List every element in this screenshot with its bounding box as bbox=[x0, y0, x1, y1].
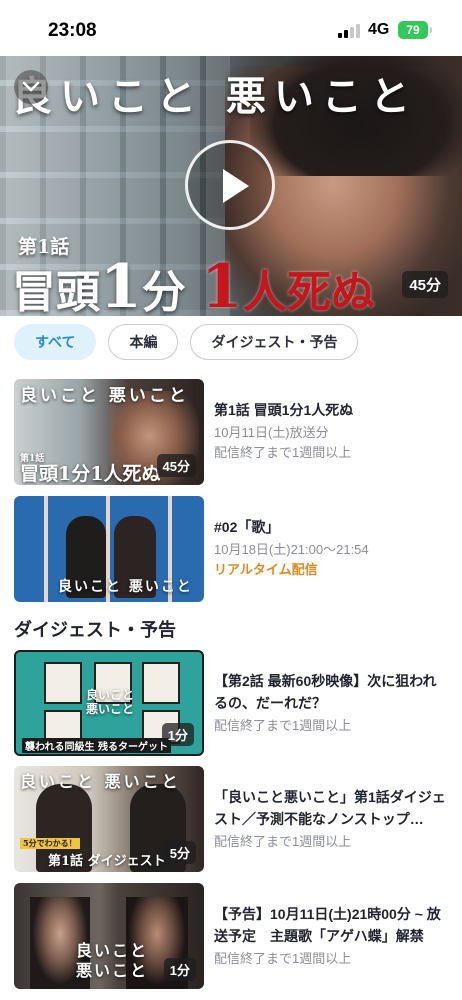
thumb-caption: 冒頭1分1人死ぬ bbox=[20, 463, 161, 485]
digest-title: 「良いこと悪いこと」第1話ダイジェスト／予測不能なノンストップ… bbox=[214, 789, 446, 827]
duration-badge: 1分 bbox=[163, 958, 196, 981]
digest-item[interactable]: 良いこと 悪いこと 1分 【予告】10月11日(土)21時00分 ~ 放送予定 … bbox=[14, 883, 454, 991]
hero-duration-badge: 45分 bbox=[402, 271, 448, 298]
duration-badge: 1分 bbox=[161, 723, 194, 746]
digest-item[interactable]: 良いこと 悪いこと 5分でわかる！ 第1話 ダイジェスト 5分 「良いこと悪いこ… bbox=[14, 766, 454, 874]
thumb-show-title: 良いこと 悪いこと bbox=[76, 941, 149, 980]
digest-availability: 配信終了まで1週間以上 bbox=[214, 718, 352, 733]
thumb-tag: 5分でわかる！ bbox=[20, 838, 80, 849]
battery-icon: 79 bbox=[398, 21, 432, 39]
collapse-button[interactable] bbox=[14, 70, 48, 104]
caption-prefix: 冒頭 bbox=[12, 267, 100, 316]
thumb-show-title: 良いこと 悪いこと bbox=[20, 772, 181, 791]
caption-suffix: 人死ぬ bbox=[242, 267, 375, 316]
episode-thumbnail[interactable]: 良いこと 悪いこと bbox=[14, 496, 204, 602]
status-time: 23:08 bbox=[48, 20, 97, 41]
episode-availability: 配信終了まで1週間以上 bbox=[214, 445, 352, 460]
chevron-down-icon bbox=[22, 81, 40, 92]
caption-unit: 分 bbox=[141, 267, 186, 316]
play-button[interactable] bbox=[185, 140, 275, 230]
filter-chips: すべて 本編 ダイジェスト・予告 bbox=[14, 324, 359, 360]
realtime-badge: リアルタイム配信 bbox=[214, 562, 318, 577]
episode-date: 10月11日(土)放送分 bbox=[214, 425, 329, 440]
digest-thumbnail[interactable]: 良いこと 悪いこと 襲われる同級生 残るターゲット 1分 bbox=[14, 650, 204, 756]
episode-thumbnail[interactable]: 良いこと 悪いこと 第1話 冒頭1分1人死ぬ 45分 bbox=[14, 379, 204, 485]
episode-item[interactable]: 良いこと 悪いこと #02「歌」 10月18日(土)21:00〜21:54 リア… bbox=[14, 496, 454, 604]
network-type: 4G bbox=[368, 21, 390, 38]
status-bar: 23:08 4G 79 bbox=[0, 0, 462, 56]
episode-date: 10月18日(土)21:00〜21:54 bbox=[214, 542, 369, 557]
video-player[interactable]: 良いこと 悪いこと 第1話 冒頭1分 1人死ぬ 45分 bbox=[0, 56, 462, 316]
digest-title: 【第2話 最新60秒映像】次に狙われるの、だーれだ？ bbox=[214, 673, 437, 711]
episode-title: #02「歌」 bbox=[214, 519, 280, 535]
caption-one: 1 bbox=[100, 252, 142, 316]
digest-title: 【予告】10月11日(土)21時00分 ~ 放送予定 主題歌「アゲハ蝶」解禁 bbox=[214, 906, 441, 944]
hero-episode-caption: 冒頭1分 1人死ぬ bbox=[12, 252, 375, 316]
thumb-photo bbox=[142, 662, 180, 704]
episode-item[interactable]: 良いこと 悪いこと 第1話 冒頭1分1人死ぬ 45分 第1話 冒頭1分1人死ぬ … bbox=[14, 379, 454, 487]
section-title: ダイジェスト・予告 bbox=[14, 620, 176, 640]
caption-one-red: 1 bbox=[201, 252, 243, 316]
thumb-show-title: 良いこと 悪いこと bbox=[58, 579, 193, 595]
digest-availability: 配信終了まで1週間以上 bbox=[214, 951, 352, 966]
digest-thumbnail[interactable]: 良いこと 悪いこと 1分 bbox=[14, 883, 204, 989]
battery-level: 79 bbox=[406, 23, 420, 37]
thumb-photo bbox=[44, 662, 82, 704]
filter-digest[interactable]: ダイジェスト・予告 bbox=[190, 324, 359, 360]
digest-item[interactable]: 良いこと 悪いこと 襲われる同級生 残るターゲット 1分 【第2話 最新60秒映… bbox=[14, 650, 454, 758]
filter-main[interactable]: 本編 bbox=[108, 324, 179, 360]
duration-badge: 5分 bbox=[163, 841, 196, 864]
thumb-caption: 襲われる同級生 残るターゲット bbox=[22, 738, 171, 753]
filter-all[interactable]: すべて bbox=[14, 324, 97, 360]
thumb-caption: 第1話 ダイジェスト bbox=[48, 854, 166, 869]
digest-availability: 配信終了まで1週間以上 bbox=[214, 834, 352, 849]
episode-title: 第1話 冒頭1分1人死ぬ bbox=[214, 402, 354, 418]
thumb-show-title: 良いこと 悪いこと bbox=[86, 688, 135, 716]
signal-icon bbox=[338, 24, 362, 38]
duration-badge: 45分 bbox=[156, 454, 196, 477]
digest-thumbnail[interactable]: 良いこと 悪いこと 5分でわかる！ 第1話 ダイジェスト 5分 bbox=[14, 766, 204, 872]
thumb-show-title: 良いこと 悪いこと bbox=[20, 386, 189, 406]
hero-show-title: 良いこと 悪いこと bbox=[12, 73, 418, 120]
